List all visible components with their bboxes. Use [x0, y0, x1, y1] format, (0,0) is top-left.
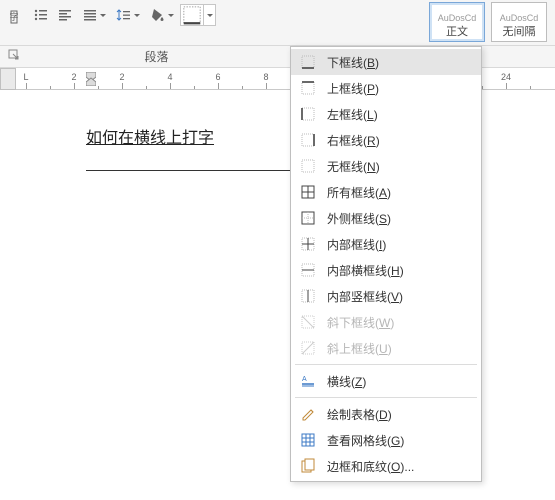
ribbon: 字 AuDosCd 正文 AuDosCd — [0, 0, 555, 46]
style-label: 正文 — [446, 23, 468, 41]
menu-item-label: 斜下框线(W) — [327, 314, 394, 331]
menu-separator — [295, 397, 477, 398]
diagonal-up-icon — [299, 339, 317, 357]
style-preview-text: AuDosCd — [500, 11, 539, 23]
no-border-icon — [299, 157, 317, 175]
styles-gallery: AuDosCd 正文 AuDosCd 无间隔 — [427, 0, 555, 44]
left-border-icon — [299, 105, 317, 123]
borders-shading-icon — [299, 457, 317, 475]
style-label: 无间隔 — [503, 23, 536, 41]
paragraph-toolbar — [28, 0, 218, 30]
menu-item-label: 上框线(P) — [327, 80, 379, 97]
menu-inside-horizontal[interactable]: 内部横框线(H) — [291, 257, 481, 283]
inside-vertical-icon — [299, 287, 317, 305]
menu-item-label: 无框线(N) — [327, 158, 380, 175]
borders-button-main[interactable] — [181, 5, 203, 25]
menu-draw-table[interactable]: 绘制表格(D) — [291, 401, 481, 427]
horizontal-line-icon: A — [299, 372, 317, 390]
svg-text:A: A — [302, 376, 307, 383]
style-preview-text: AuDosCd — [438, 11, 477, 23]
menu-all-borders[interactable]: 所有框线(A) — [291, 179, 481, 205]
menu-item-label: 内部竖框线(V) — [327, 288, 403, 305]
menu-inside-borders[interactable]: 内部框线(I) — [291, 231, 481, 257]
menu-item-label: 内部横框线(H) — [327, 262, 404, 279]
inside-horizontal-icon — [299, 261, 317, 279]
align-dropdown[interactable] — [78, 4, 110, 26]
outside-borders-icon — [299, 209, 317, 227]
inside-borders-icon — [299, 235, 317, 253]
top-border-icon — [299, 79, 317, 97]
menu-item-label: 绘制表格(D) — [327, 406, 392, 423]
menu-item-label: 边框和底纹(O)... — [327, 458, 414, 475]
borders-button-caret[interactable] — [203, 5, 215, 25]
line-spacing-button[interactable] — [112, 4, 144, 26]
style-normal[interactable]: AuDosCd 正文 — [429, 2, 485, 42]
dialog-launcher-icon[interactable] — [0, 49, 28, 64]
menu-item-label: 横线(Z) — [327, 373, 366, 390]
ribbon-left-column: 字 — [0, 0, 28, 34]
menu-right-border[interactable]: 右框线(R) — [291, 127, 481, 153]
menu-item-label: 内部框线(I) — [327, 236, 386, 253]
menu-item-label: 左框线(L) — [327, 106, 378, 123]
menu-item-label: 所有框线(A) — [327, 184, 391, 201]
menu-diagonal-down[interactable]: 斜下框线(W) — [291, 309, 481, 335]
draw-table-icon — [299, 405, 317, 423]
bullets-button[interactable] — [30, 4, 52, 26]
menu-no-border[interactable]: 无框线(N) — [291, 153, 481, 179]
group-name-paragraph: 段落 — [28, 48, 286, 65]
menu-view-gridlines[interactable]: 查看网格线(G) — [291, 427, 481, 453]
menu-item-label: 斜上框线(U) — [327, 340, 392, 357]
shading-fill-button[interactable] — [146, 4, 178, 26]
menu-outside-borders[interactable]: 外侧框线(S) — [291, 205, 481, 231]
svg-text:字: 字 — [9, 11, 18, 22]
character-spacing-icon[interactable]: 字 — [3, 6, 25, 28]
menu-horizontal-line[interactable]: A 横线(Z) — [291, 368, 481, 394]
menu-item-label: 外侧框线(S) — [327, 210, 391, 227]
diagonal-down-icon — [299, 313, 317, 331]
menu-top-border[interactable]: 上框线(P) — [291, 75, 481, 101]
borders-split-button[interactable] — [180, 4, 216, 26]
menu-inside-vertical[interactable]: 内部竖框线(V) — [291, 283, 481, 309]
menu-borders-shading[interactable]: 边框和底纹(O)... — [291, 453, 481, 479]
align-left-button[interactable] — [54, 4, 76, 26]
menu-item-label: 查看网格线(G) — [327, 432, 404, 449]
all-borders-icon — [299, 183, 317, 201]
menu-bottom-border[interactable]: 下框线(B) — [291, 49, 481, 75]
menu-item-label: 下框线(B) — [327, 54, 379, 71]
bottom-border-icon — [299, 53, 317, 71]
menu-diagonal-up[interactable]: 斜上框线(U) — [291, 335, 481, 361]
menu-item-label: 右框线(R) — [327, 132, 380, 149]
borders-menu: 下框线(B) 上框线(P) 左框线(L) 右框线(R) 无框线(N) 所有框线(… — [290, 46, 482, 482]
menu-separator — [295, 364, 477, 365]
style-no-spacing[interactable]: AuDosCd 无间隔 — [491, 2, 547, 42]
gridlines-icon — [299, 431, 317, 449]
right-border-icon — [299, 131, 317, 149]
menu-left-border[interactable]: 左框线(L) — [291, 101, 481, 127]
